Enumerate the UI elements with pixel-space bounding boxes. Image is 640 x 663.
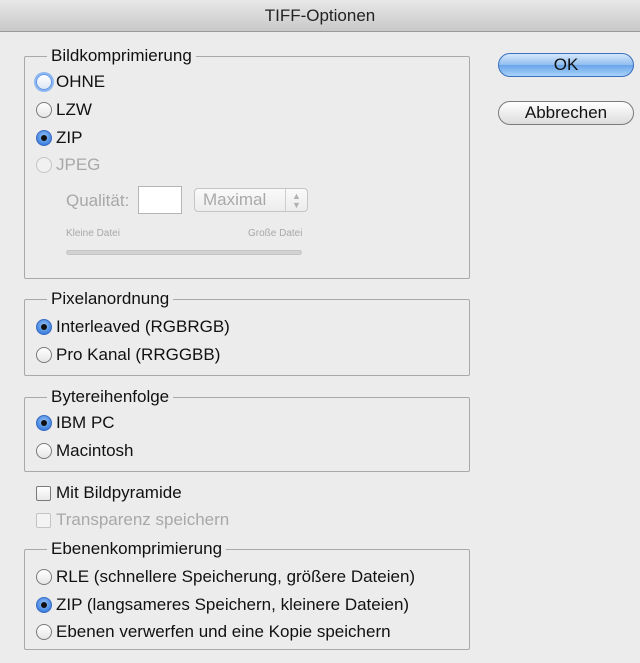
quality-select: Maximal ▲ ▼	[194, 188, 308, 212]
radio-label: OHNE	[56, 72, 106, 91]
ok-button[interactable]: OK	[498, 53, 634, 77]
radio-layer-rle[interactable]: RLE (schnellere Speicherung, größere Dat…	[36, 565, 415, 589]
large-file-label: Große Datei	[248, 228, 303, 239]
radio-label: LZW	[56, 100, 92, 119]
radio-button[interactable]	[36, 624, 52, 640]
radio-button[interactable]	[36, 597, 52, 613]
checkbox[interactable]	[36, 485, 51, 501]
radio-button[interactable]	[36, 415, 52, 431]
radio-button[interactable]	[36, 319, 52, 335]
radio-macintosh[interactable]: Macintosh	[36, 439, 133, 463]
radio-compression-none[interactable]: OHNE	[36, 70, 105, 94]
radio-label: Interleaved (RGBRGB)	[56, 317, 230, 336]
radio-label: Pro Kanal (RRGGBB)	[56, 345, 221, 364]
radio-button[interactable]	[36, 130, 52, 146]
checkbox-label: Transparenz speichern	[56, 510, 230, 529]
radio-ibm-pc[interactable]: IBM PC	[36, 411, 115, 435]
checkbox-label: Mit Bildpyramide	[56, 483, 182, 502]
radio-label: ZIP (langsameres Speichern, kleinere Dat…	[56, 595, 410, 614]
cancel-button[interactable]: Abbrechen	[498, 101, 634, 125]
radio-label: ZIP	[56, 128, 83, 147]
radio-compression-lzw[interactable]: LZW	[36, 98, 92, 122]
small-file-label: Kleine Datei	[66, 228, 120, 239]
radio-compression-zip[interactable]: ZIP	[36, 126, 82, 150]
radio-label: Ebenen verwerfen und eine Kopie speicher…	[56, 622, 391, 641]
radio-layer-discard[interactable]: Ebenen verwerfen und eine Kopie speicher…	[36, 620, 391, 644]
byte-order-legend: Bytereihenfolge	[51, 387, 170, 406]
radio-compression-jpeg: JPEG	[36, 153, 100, 177]
radio-label: RLE (schnellere Speicherung, größere Dat…	[56, 567, 416, 586]
quality-input	[138, 186, 182, 214]
checkbox	[36, 512, 51, 528]
quality-label: Qualität:	[66, 191, 130, 210]
radio-button[interactable]	[36, 569, 52, 585]
radio-button[interactable]	[36, 443, 52, 459]
dialog-title: TIFF-Optionen	[0, 0, 640, 32]
image-compression-legend: Bildkomprimierung	[51, 46, 192, 65]
quality-slider	[66, 250, 302, 255]
stepper-arrows-icon: ▲ ▼	[285, 189, 307, 211]
layer-compression-legend: Ebenenkomprimierung	[51, 539, 223, 558]
radio-button[interactable]	[36, 102, 52, 118]
radio-label: JPEG	[56, 155, 101, 174]
pixel-order-legend: Pixelanordnung	[51, 289, 170, 308]
radio-interleaved[interactable]: Interleaved (RGBRGB)	[36, 315, 230, 339]
checkbox-image-pyramid[interactable]: Mit Bildpyramide	[36, 481, 182, 505]
radio-label: Macintosh	[56, 441, 134, 460]
radio-per-channel[interactable]: Pro Kanal (RRGGBB)	[36, 343, 220, 367]
radio-button[interactable]	[36, 347, 52, 363]
radio-button[interactable]	[36, 74, 52, 90]
radio-layer-zip[interactable]: ZIP (langsameres Speichern, kleinere Dat…	[36, 593, 409, 617]
quality-select-value: Maximal	[203, 190, 267, 209]
radio-button	[36, 157, 52, 173]
radio-label: IBM PC	[56, 413, 115, 432]
checkbox-save-transparency: Transparenz speichern	[36, 508, 229, 532]
